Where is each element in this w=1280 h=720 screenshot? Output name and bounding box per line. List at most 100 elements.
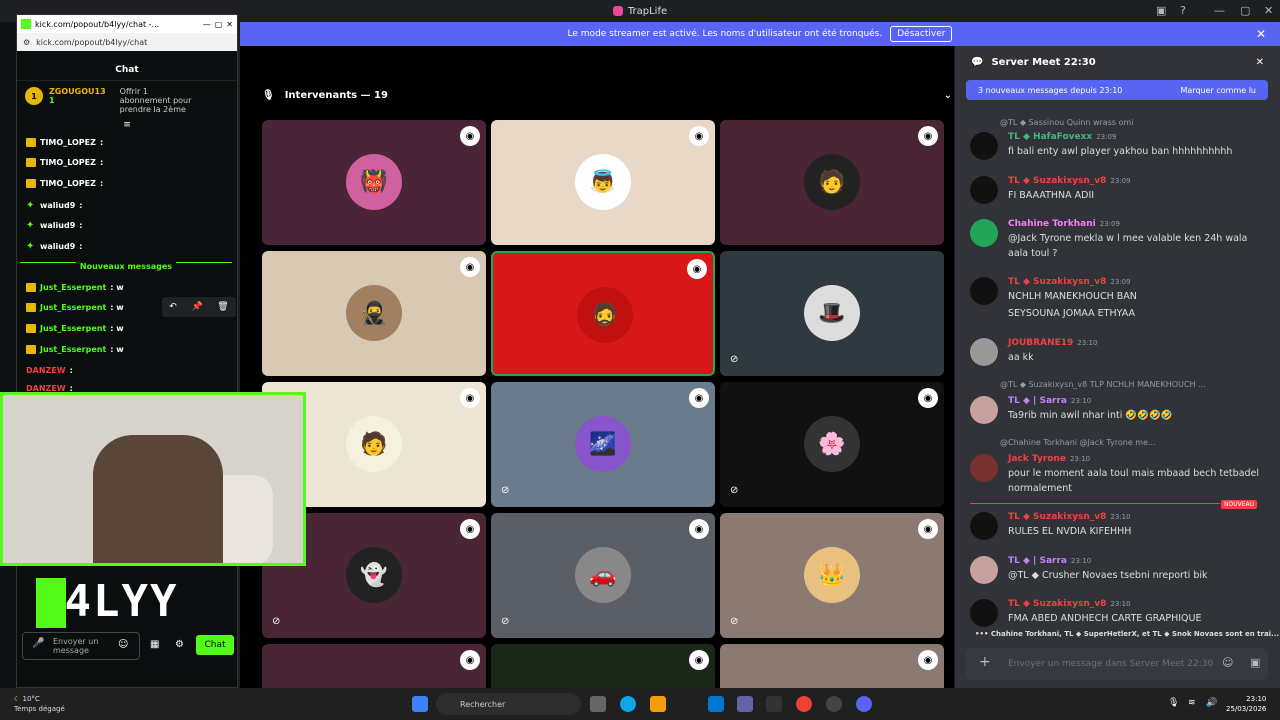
app-title: TrapLife xyxy=(612,6,667,17)
chevron-down-icon[interactable]: ⌄ xyxy=(944,90,952,101)
help-icon[interactable]: ? xyxy=(1180,4,1186,17)
participant-tile[interactable]: 🌌 ◉ ⊘ xyxy=(491,382,715,507)
crown-icon xyxy=(26,345,36,354)
taskbar-search[interactable]: Rechercher xyxy=(436,693,581,715)
windows-taskbar xyxy=(0,688,1280,720)
file-explorer-icon[interactable] xyxy=(650,696,666,712)
avatar: 🧔 xyxy=(577,287,633,343)
avatar xyxy=(970,454,998,482)
participant-tile[interactable]: 👹 ◉ xyxy=(262,120,486,245)
maximize-button[interactable]: ▢ xyxy=(215,20,223,29)
stage-badge-icon: ◉ xyxy=(460,257,480,277)
participant-tile[interactable]: ◉ xyxy=(720,644,944,688)
obs-icon[interactable] xyxy=(826,696,842,712)
close-icon[interactable]: ✕ xyxy=(1256,57,1264,68)
reply-icon[interactable]: ↶ xyxy=(169,302,177,312)
participant-tile[interactable]: 👼 ◉ xyxy=(491,120,715,245)
kick-logo-icon xyxy=(36,578,66,628)
monitor-icon[interactable]: ▣ xyxy=(1156,4,1166,17)
stage-badge-icon: ◉ xyxy=(689,650,709,670)
participant-tile[interactable]: 🚗 ◉ ⊘ xyxy=(491,513,715,638)
chat-message[interactable]: Just_Esserpent: w xyxy=(26,324,124,333)
stage-badge-icon: ◉ xyxy=(460,388,480,408)
filter-icon[interactable]: ≡ xyxy=(17,120,237,130)
verified-icon: ✦ xyxy=(26,200,35,211)
maximize-button[interactable]: ▢ xyxy=(1240,4,1250,17)
add-attachment-icon[interactable]: + xyxy=(979,654,991,670)
disable-button[interactable]: Désactiver xyxy=(890,26,953,42)
muted-icon: ⊘ xyxy=(272,616,281,627)
sub-gift-leader[interactable]: 1 ZGOUGOU13 1 Offrir 1 abonnement pour pr… xyxy=(17,81,237,120)
close-icon[interactable]: ✕ xyxy=(1256,27,1266,41)
chat-message[interactable]: TIMO_LOPEZ: xyxy=(26,158,103,167)
task-view-icon[interactable] xyxy=(590,696,606,712)
pin-icon[interactable]: 📌 xyxy=(191,302,202,312)
chat-message[interactable]: Just_Esserpent: w xyxy=(26,283,124,292)
crown-icon xyxy=(26,179,36,188)
terminal-icon[interactable] xyxy=(766,696,782,712)
minimize-button[interactable]: — xyxy=(1214,4,1225,17)
chat-message[interactable]: ✦ waliud9: xyxy=(26,200,82,211)
chat-message[interactable]: DANZEW: xyxy=(26,366,73,375)
stage-badge-icon: ◉ xyxy=(689,519,709,539)
emoji-icon[interactable]: ☺ xyxy=(118,639,128,650)
chat-message[interactable]: Just_Esserpent: w xyxy=(26,303,124,312)
chat-message[interactable]: ✦ waliud9: xyxy=(26,241,82,252)
teams-icon[interactable] xyxy=(737,696,753,712)
chat-header: Chat xyxy=(17,59,237,81)
popup-titlebar: kick.com/popout/b4lyy/chat -... — ▢ ✕ xyxy=(17,15,237,33)
settings-icon[interactable]: ⚙ xyxy=(175,639,184,650)
emoji-icon[interactable]: ☺ xyxy=(1222,656,1233,669)
outlook-icon[interactable] xyxy=(708,696,724,712)
speakers-header[interactable]: 🎙 Intervenants — 19 ⌄ xyxy=(262,84,952,106)
stage-badge-icon: ◉ xyxy=(689,126,709,146)
chat-message[interactable]: ✦ waliud9: xyxy=(26,220,82,231)
crown-icon xyxy=(26,138,36,147)
participant-tile[interactable]: 🧑 ◉ xyxy=(720,120,944,245)
minimize-button[interactable]: — xyxy=(203,20,211,29)
crown-icon xyxy=(26,283,36,292)
clock[interactable]: 23:10 25/03/2026 xyxy=(1226,694,1266,714)
chat-bubble-icon: 💬 xyxy=(971,56,984,68)
avatar: 🧑 xyxy=(346,416,402,472)
participant-tile[interactable]: ◉ xyxy=(491,644,715,688)
delete-icon[interactable]: 🗑 xyxy=(217,302,228,312)
start-icon[interactable] xyxy=(412,696,428,712)
stage-badge-icon: ◉ xyxy=(689,388,709,408)
activity-icon[interactable]: ▣ xyxy=(1250,656,1260,669)
url-bar[interactable]: ⚙ kick.com/popout/b4lyy/chat xyxy=(17,33,237,51)
participant-tile[interactable]: 🎩 ⊘ xyxy=(720,251,944,376)
weather-widget[interactable]: ☾ 10°C Temps dégagé xyxy=(14,694,65,714)
close-button[interactable]: ✕ xyxy=(1264,4,1273,17)
participant-tile[interactable]: 🌸 ◉ ⊘ xyxy=(720,382,944,507)
moon-icon: ☾ xyxy=(14,695,21,703)
avatar xyxy=(970,176,998,204)
chat-message[interactable]: TIMO_LOPEZ: xyxy=(26,179,103,188)
text-chat-panel xyxy=(955,46,1280,688)
microphone-icon[interactable]: 🎤 xyxy=(32,638,44,649)
mark-read-button[interactable]: Marquer comme lu xyxy=(1181,86,1257,95)
avatar: 👑 xyxy=(804,547,860,603)
chat-message[interactable]: TIMO_LOPEZ: xyxy=(26,138,103,147)
participant-tile[interactable]: ◉ xyxy=(262,644,486,688)
wifi-icon[interactable]: ≋ xyxy=(1188,698,1196,708)
stage-badge-icon: ◉ xyxy=(918,388,938,408)
volume-icon[interactable]: 🔊 xyxy=(1206,698,1217,708)
shop-icon[interactable]: ▦ xyxy=(150,639,159,650)
discord-icon[interactable] xyxy=(856,696,872,712)
unread-banner[interactable]: 3 nouveaux messages depuis 23:10 Marquer… xyxy=(966,80,1268,100)
avatar xyxy=(970,556,998,584)
edge-icon[interactable] xyxy=(620,696,636,712)
stage-badge-icon: ◉ xyxy=(918,519,938,539)
participant-tile[interactable]: 👑 ◉ ⊘ xyxy=(720,513,944,638)
microphone-icon: 🎙 xyxy=(262,89,275,101)
microphone-icon[interactable]: 🎙 xyxy=(1168,698,1179,708)
participant-tile-speaking[interactable]: 🧔 ◉ xyxy=(491,251,715,376)
avatar xyxy=(970,599,998,627)
chrome-icon[interactable] xyxy=(796,696,812,712)
avatar xyxy=(970,396,998,424)
close-button[interactable]: ✕ xyxy=(226,20,233,29)
chat-message[interactable]: Just_Esserpent: w xyxy=(26,345,124,354)
chat-send-button[interactable]: Chat xyxy=(196,635,234,655)
participant-tile[interactable]: 🥷 ◉ xyxy=(262,251,486,376)
